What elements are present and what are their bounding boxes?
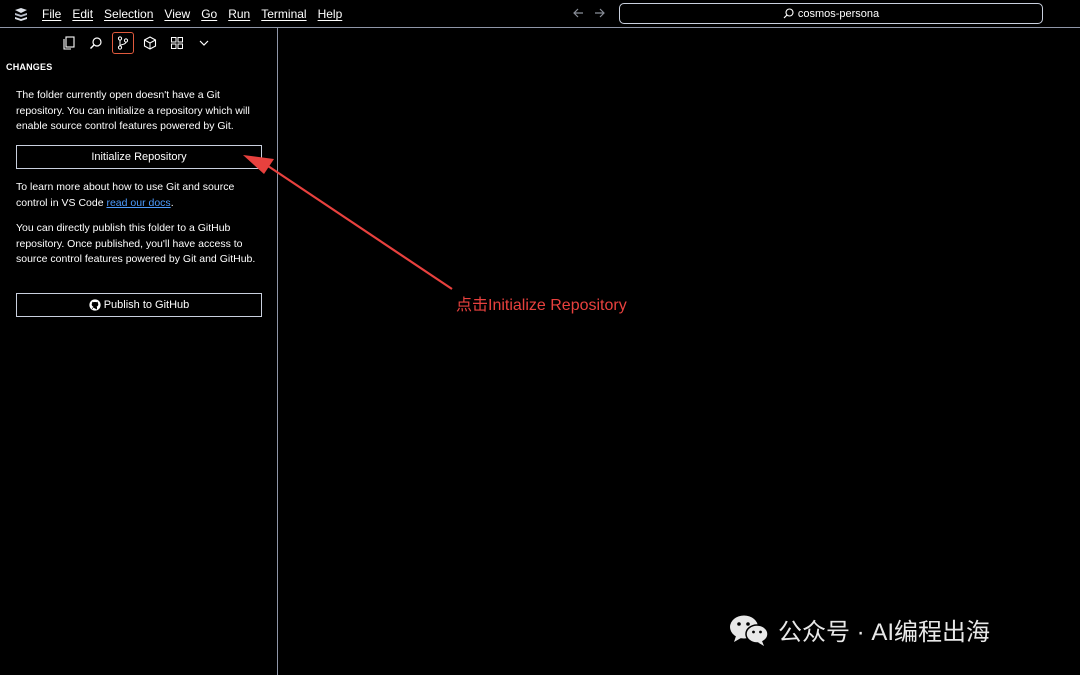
read-docs-link[interactable]: read our docs: [106, 197, 170, 209]
wechat-icon: [730, 615, 769, 646]
publish-to-github-label: Publish to GitHub: [103, 299, 190, 311]
menu-terminal[interactable]: Terminal: [261, 0, 306, 28]
command-center-search[interactable]: cosmos-persona: [619, 3, 1043, 24]
menu-view[interactable]: View: [164, 0, 190, 28]
extensions-icon: [143, 36, 157, 50]
publish-message: You can directly publish this folder to …: [16, 222, 256, 265]
navigation-arrows: [571, 5, 607, 21]
activity-bar: [58, 32, 215, 54]
initialize-repository-label: Initialize Repository: [91, 151, 187, 163]
initialize-repository-button[interactable]: Initialize Repository: [16, 145, 262, 169]
learn-more-message: To learn more about how to use Git and s…: [16, 180, 266, 211]
sidebar: CHANGES The folder currently open doesn'…: [0, 28, 278, 675]
annotation-text: 点击Initialize Repository: [456, 297, 627, 314]
source-control-icon: [117, 36, 129, 50]
no-repo-message: The folder currently open doesn't have a…: [16, 89, 250, 132]
menu-help[interactable]: Help: [318, 0, 343, 28]
section-title: CHANGES: [6, 62, 53, 72]
watermark: 公众号 · AI编程出海: [728, 612, 990, 647]
menu-go[interactable]: Go: [201, 0, 217, 28]
menu-selection[interactable]: Selection: [104, 0, 153, 28]
app-logo-icon: [15, 8, 27, 21]
search-button[interactable]: [85, 32, 107, 54]
extensions-button[interactable]: [139, 32, 161, 54]
explorer-button[interactable]: [58, 32, 80, 54]
chevron-down-icon: [199, 40, 209, 46]
source-control-button[interactable]: [112, 32, 134, 54]
publish-to-github-button[interactable]: Publish to GitHub: [16, 293, 262, 317]
title-bar: File Edit Selection View Go Run Terminal…: [0, 0, 1080, 28]
remote-explorer-button[interactable]: [166, 32, 188, 54]
menu-run[interactable]: Run: [228, 0, 250, 28]
menu-edit[interactable]: Edit: [72, 0, 93, 28]
search-icon: [90, 37, 102, 49]
github-icon: [89, 299, 101, 311]
back-arrow-icon[interactable]: [571, 5, 585, 21]
explorer-icon: [63, 36, 75, 50]
forward-arrow-icon[interactable]: [593, 5, 607, 21]
menu-bar: File Edit Selection View Go Run Terminal…: [42, 0, 353, 28]
vscode-window: File Edit Selection View Go Run Terminal…: [0, 0, 1080, 675]
menu-file[interactable]: File: [42, 0, 61, 28]
command-center-label: cosmos-persona: [797, 7, 880, 20]
remote-explorer-icon: [171, 37, 183, 49]
learn-more-suffix: .: [170, 196, 174, 209]
more-views-button[interactable]: [193, 32, 215, 54]
watermark-text: 公众号 · AI编程出海: [778, 619, 991, 646]
search-icon: [783, 8, 794, 19]
